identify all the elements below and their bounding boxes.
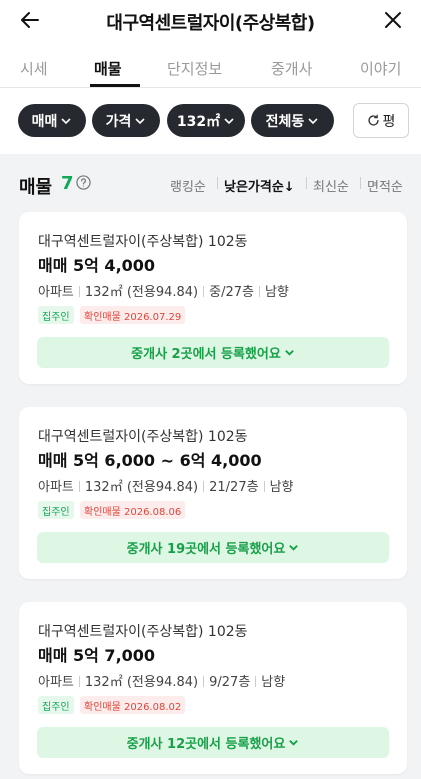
help-icon[interactable] [76, 175, 91, 190]
property-area: 132㎡ (전용94.84) [84, 480, 199, 495]
sort-divider [360, 177, 361, 189]
listing-price: 매매 5억 7,000 [38, 646, 156, 665]
filter-price-label: 가격 [105, 113, 132, 130]
property-type: 아파트 [38, 480, 74, 495]
listing-count: 7 [61, 173, 74, 194]
sort-divider [306, 177, 307, 189]
listing-name: 대구역센트럴자이(주상복합) 102동 [38, 234, 248, 250]
sort-latest[interactable]: 최신순 [313, 176, 349, 195]
property-direction: 남향 [264, 285, 289, 300]
list-header: 매물 7 랭킹순 낮은가격순↓ 최신순 면적순 [0, 160, 421, 204]
property-floor: 중/27층 [209, 285, 254, 300]
filter-building-label: 전체동 [265, 113, 305, 130]
close-icon[interactable] [381, 8, 405, 32]
property-type: 아파트 [38, 675, 74, 690]
owner-badge: 집주인 [38, 501, 74, 519]
arrow-left-icon[interactable] [18, 8, 42, 32]
filter-area-label: 132㎡ [176, 113, 221, 130]
filter-bar: 매매 가격 132㎡ 전체동 평 [0, 88, 421, 154]
listing-details: 아파트 132㎡ (전용94.84) 9/27층 남향 [38, 671, 285, 690]
property-direction: 남향 [261, 675, 286, 690]
listing-details: 아파트 132㎡ (전용94.84) 중/27층 남향 [38, 281, 289, 300]
list-title: 매물 [19, 177, 53, 198]
property-floor: 9/27층 [209, 675, 251, 690]
divider [78, 286, 80, 297]
tab-stories[interactable]: 이야기 [360, 58, 401, 79]
tab-bar: 시세 매물 단지정보 중개사 이야기 [0, 40, 421, 88]
chevron-down-icon [135, 117, 145, 124]
chevron-down-icon [308, 117, 318, 124]
tab-agents[interactable]: 중개사 [271, 58, 312, 79]
sort-area[interactable]: 면적순 [367, 176, 403, 195]
confirmed-badge: 확인매물 2026.08.06 [80, 501, 186, 519]
property-direction: 남향 [269, 480, 294, 495]
app-header: 대구역센트럴자이(주상복합) [0, 0, 421, 40]
divider [78, 676, 80, 687]
owner-badge: 집주인 [38, 306, 74, 324]
listing-card[interactable]: 대구역센트럴자이(주상복합) 102동 매매 5억 4,000 아파트 132㎡ … [19, 212, 407, 384]
agents-expand-label: 중개사 12곳에서 등록했어요 [126, 737, 286, 752]
filter-building[interactable]: 전체동 [251, 104, 334, 137]
confirmed-badge: 확인매물 2026.07.29 [80, 306, 186, 324]
tab-price[interactable]: 시세 [20, 58, 48, 79]
sort-ranking[interactable]: 랭킹순 [170, 176, 206, 195]
listing-name: 대구역센트럴자이(주상복합) 102동 [38, 429, 248, 445]
listing-card[interactable]: 대구역센트럴자이(주상복합) 102동 매매 5억 6,000 ~ 6억 4,0… [19, 407, 407, 579]
property-area: 132㎡ (전용94.84) [84, 285, 199, 300]
agents-expand-button[interactable]: 중개사 12곳에서 등록했어요 [37, 727, 389, 758]
divider [203, 481, 205, 492]
page-title: 대구역센트럴자이(주상복합) [106, 13, 315, 34]
listing-details: 아파트 132㎡ (전용94.84) 21/27층 남향 [38, 476, 293, 495]
confirmed-badge: 확인매물 2026.08.02 [80, 696, 186, 714]
unit-toggle-label: 평 [382, 113, 396, 130]
unit-toggle-button[interactable]: 평 [353, 103, 409, 138]
agents-expand-button[interactable]: 중개사 2곳에서 등록했어요 [37, 337, 389, 368]
tab-complex-info[interactable]: 단지정보 [167, 58, 222, 79]
divider [78, 481, 80, 492]
divider [255, 676, 257, 687]
listing-price: 매매 5억 6,000 ~ 6억 4,000 [38, 451, 262, 470]
property-floor: 21/27층 [209, 480, 259, 495]
property-type: 아파트 [38, 285, 74, 300]
refresh-icon [367, 114, 379, 126]
divider [203, 286, 205, 297]
agents-expand-label: 중개사 19곳에서 등록했어요 [126, 542, 286, 557]
sort-divider [217, 177, 218, 189]
chevron-down-icon [224, 117, 234, 124]
divider [203, 676, 205, 687]
agents-expand-label: 중개사 2곳에서 등록했어요 [131, 347, 281, 362]
divider [258, 286, 260, 297]
sort-low-price[interactable]: 낮은가격순↓ [224, 176, 295, 195]
listing-name: 대구역센트럴자이(주상복합) 102동 [38, 624, 248, 640]
property-area: 132㎡ (전용94.84) [84, 675, 199, 690]
chevron-down-icon [61, 117, 71, 124]
listing-price: 매매 5억 4,000 [38, 256, 156, 275]
filter-deal-type-label: 매매 [31, 113, 58, 130]
listing-card[interactable]: 대구역센트럴자이(주상복합) 102동 매매 5억 7,000 아파트 132㎡ … [19, 602, 407, 774]
filter-deal-type[interactable]: 매매 [18, 104, 86, 137]
owner-badge: 집주인 [38, 696, 74, 714]
divider [263, 481, 265, 492]
filter-price[interactable]: 가격 [92, 104, 160, 137]
chevron-down-icon [289, 545, 299, 551]
agents-expand-button[interactable]: 중개사 19곳에서 등록했어요 [37, 532, 389, 563]
active-tab-indicator [90, 84, 140, 87]
chevron-down-icon [289, 740, 299, 746]
tab-listings[interactable]: 매물 [94, 58, 122, 79]
filter-area[interactable]: 132㎡ [167, 104, 245, 137]
chevron-down-icon [285, 350, 294, 356]
